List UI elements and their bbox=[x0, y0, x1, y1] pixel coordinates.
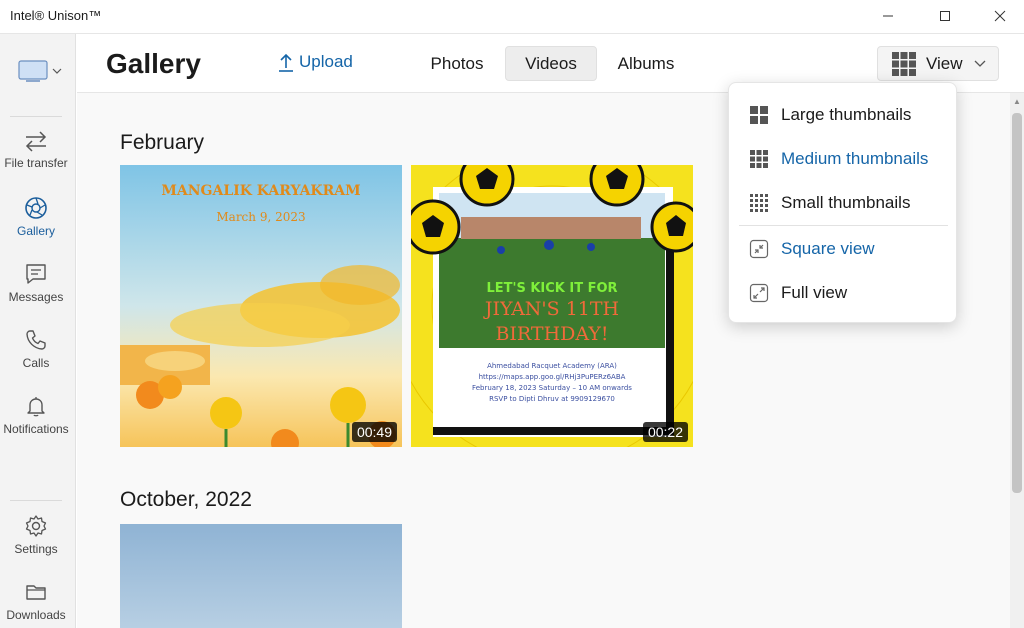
chevron-down-icon bbox=[52, 68, 62, 74]
small-grid-icon bbox=[750, 194, 768, 212]
tab-videos[interactable]: Videos bbox=[505, 46, 597, 81]
menu-item-label: Medium thumbnails bbox=[781, 149, 929, 168]
video-thumbnail-image: LET'S KICK IT FOR JIYAN'S 11TH BIRTHDAY!… bbox=[411, 165, 693, 447]
gear-icon bbox=[25, 515, 47, 537]
sidebar-item-label: Notifications bbox=[3, 422, 69, 436]
view-menu: Large thumbnails Medium thumbnails Small… bbox=[728, 82, 957, 323]
sidebar: File transfer Gallery Messages Calls Not… bbox=[0, 34, 76, 628]
menu-item-full-view[interactable]: Full view bbox=[729, 273, 958, 313]
maximize-button[interactable] bbox=[922, 0, 968, 32]
video-thumbnail[interactable]: LET'S KICK IT FOR JIYAN'S 11TH BIRTHDAY!… bbox=[411, 165, 693, 447]
app-title: Intel® Unison™ bbox=[10, 8, 102, 23]
menu-item-square-view[interactable]: Square view bbox=[729, 229, 958, 269]
message-icon bbox=[26, 264, 46, 284]
sidebar-divider bbox=[10, 500, 62, 501]
video-text-line3: BIRTHDAY! bbox=[495, 323, 608, 345]
video-thumbnail-image: MANGALIK KARYAKRAM March 9, 2023 bbox=[120, 165, 402, 447]
chevron-down-icon bbox=[974, 60, 986, 67]
tab-albums[interactable]: Albums bbox=[607, 46, 685, 81]
video-text-date: March 9, 2023 bbox=[216, 210, 305, 224]
bell-icon bbox=[27, 397, 45, 417]
sidebar-item-calls[interactable]: Calls bbox=[0, 328, 72, 386]
video-duration: 00:49 bbox=[351, 422, 397, 442]
menu-item-label: Small thumbnails bbox=[781, 193, 911, 212]
vertical-scrollbar[interactable]: ▲ bbox=[1010, 93, 1024, 628]
sidebar-item-label: Gallery bbox=[16, 224, 55, 238]
maximize-icon bbox=[940, 11, 950, 21]
sidebar-item-label: Downloads bbox=[6, 608, 66, 622]
video-text-line1: LET'S KICK IT FOR bbox=[486, 281, 617, 296]
video-duration: 00:22 bbox=[642, 422, 688, 442]
view-label: View bbox=[926, 53, 963, 73]
square-view-icon bbox=[749, 239, 769, 259]
close-icon bbox=[994, 10, 1006, 22]
menu-item-label: Full view bbox=[781, 283, 848, 302]
menu-divider bbox=[739, 225, 948, 226]
section-title: February bbox=[120, 131, 205, 154]
close-button[interactable] bbox=[977, 0, 1023, 32]
sidebar-item-file-transfer[interactable]: File transfer bbox=[0, 130, 72, 188]
sidebar-item-label: Messages bbox=[8, 290, 64, 304]
sidebar-item-label: File transfer bbox=[4, 156, 68, 170]
large-grid-icon bbox=[750, 106, 768, 124]
page-title: Gallery bbox=[106, 48, 201, 79]
menu-item-small-thumbnails[interactable]: Small thumbnails bbox=[729, 183, 958, 223]
minimize-icon bbox=[883, 15, 893, 17]
phone-device-icon bbox=[18, 60, 48, 82]
menu-item-label: Square view bbox=[781, 239, 875, 258]
scrollbar-thumb[interactable] bbox=[1012, 113, 1022, 493]
section-title: October, 2022 bbox=[120, 488, 252, 511]
sidebar-item-label: Calls bbox=[22, 356, 50, 370]
menu-item-medium-thumbnails[interactable]: Medium thumbnails bbox=[729, 139, 958, 179]
grid-icon bbox=[892, 51, 916, 76]
upload-button[interactable]: Upload bbox=[277, 52, 353, 72]
tab-photos[interactable]: Photos bbox=[419, 46, 495, 81]
view-button[interactable]: View bbox=[877, 46, 999, 81]
sidebar-item-gallery[interactable]: Gallery bbox=[0, 196, 72, 254]
folder-icon bbox=[26, 585, 46, 600]
upload-icon bbox=[279, 53, 293, 72]
video-text-line2: JIYAN'S 11TH bbox=[483, 298, 619, 320]
sidebar-item-settings[interactable]: Settings bbox=[0, 514, 72, 572]
device-selector[interactable] bbox=[18, 58, 70, 84]
video-thumbnail-image bbox=[120, 524, 402, 628]
minimize-button[interactable] bbox=[865, 0, 911, 32]
video-text-detail: February 18, 2023 Saturday – 10 AM onwar… bbox=[472, 384, 632, 392]
video-text-detail: https://maps.app.goo.gl/RHj3PuPERz6ABA bbox=[479, 373, 626, 381]
full-view-icon bbox=[749, 283, 769, 303]
sidebar-item-messages[interactable]: Messages bbox=[0, 262, 72, 320]
menu-item-large-thumbnails[interactable]: Large thumbnails bbox=[729, 95, 958, 135]
upload-label: Upload bbox=[299, 52, 353, 71]
menu-item-label: Large thumbnails bbox=[781, 105, 912, 124]
medium-grid-icon bbox=[750, 150, 768, 168]
scroll-up-icon[interactable]: ▲ bbox=[1013, 97, 1021, 106]
video-text-detail: RSVP to Dipti Dhruv at 9909129670 bbox=[489, 395, 615, 403]
video-text-heading: MANGALIK KARYAKRAM bbox=[161, 183, 360, 199]
video-thumbnail[interactable]: MANGALIK KARYAKRAM March 9, 2023 00:49 bbox=[120, 165, 402, 447]
gallery-icon bbox=[25, 197, 47, 219]
video-thumbnail[interactable] bbox=[120, 524, 402, 628]
title-bar: Intel® Unison™ bbox=[0, 0, 1024, 34]
sidebar-item-label: Settings bbox=[14, 542, 58, 556]
phone-icon bbox=[26, 330, 46, 350]
sidebar-divider bbox=[10, 116, 62, 117]
sidebar-item-notifications[interactable]: Notifications bbox=[0, 394, 72, 452]
video-text-detail: Ahmedabad Racquet Academy (ARA) bbox=[487, 362, 617, 370]
sidebar-item-downloads[interactable]: Downloads bbox=[0, 580, 72, 628]
transfer-icon bbox=[25, 131, 47, 152]
